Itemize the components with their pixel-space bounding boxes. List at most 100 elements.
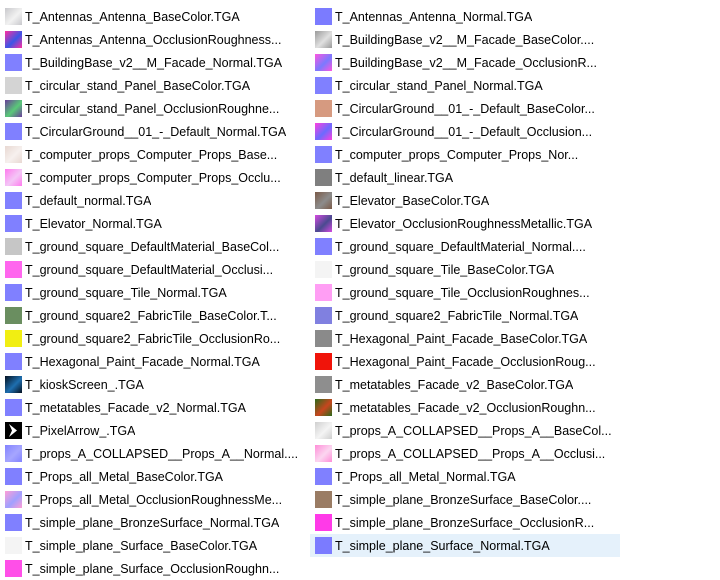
file-item[interactable]: T_Hexagonal_Paint_Facade_Normal.TGA (0, 350, 305, 373)
file-item[interactable]: T_Hexagonal_Paint_Facade_BaseColor.TGA (310, 327, 620, 350)
file-name: T_Elevator_BaseColor.TGA (335, 193, 490, 208)
thumbnail-icon (315, 468, 332, 485)
file-item[interactable]: T_ground_square_DefaultMaterial_Normal..… (310, 235, 620, 258)
file-item[interactable]: T_ground_square2_FabricTile_BaseColor.T.… (0, 304, 305, 327)
file-name: T_PixelArrow_.TGA (25, 423, 136, 438)
thumbnail-icon (5, 284, 22, 301)
file-item[interactable]: T_Hexagonal_Paint_Facade_OcclusionRoug..… (310, 350, 620, 373)
thumbnail-icon (5, 123, 22, 140)
thumbnail-icon (5, 54, 22, 71)
file-name: T_BuildingBase_v2__M_Facade_BaseColor...… (335, 32, 595, 47)
file-item[interactable]: T_computer_props_Computer_Props_Nor... (310, 143, 620, 166)
thumbnail-icon (5, 353, 22, 370)
file-name: T_ground_square_Tile_OcclusionRoughnes..… (335, 285, 590, 300)
file-item[interactable]: T_ground_square_Tile_OcclusionRoughnes..… (310, 281, 620, 304)
file-name: T_metatables_Facade_v2_Normal.TGA (25, 400, 246, 415)
file-item[interactable]: T_metatables_Facade_v2_OcclusionRoughn..… (310, 396, 620, 419)
file-item[interactable]: T_Elevator_OcclusionRoughnessMetallic.TG… (310, 212, 620, 235)
thumbnail-icon (315, 261, 332, 278)
file-item[interactable]: T_Props_all_Metal_BaseColor.TGA (0, 465, 305, 488)
thumbnail-icon (5, 376, 22, 393)
file-item[interactable]: T_BuildingBase_v2__M_Facade_OcclusionR..… (310, 51, 620, 74)
thumbnail-icon (5, 8, 22, 25)
file-item[interactable]: T_simple_plane_Surface_BaseColor.TGA (0, 534, 305, 557)
thumbnail-icon (315, 100, 332, 117)
file-item[interactable]: T_default_normal.TGA (0, 189, 305, 212)
file-item[interactable]: T_ground_square2_FabricTile_Normal.TGA (310, 304, 620, 327)
file-name: T_kioskScreen_.TGA (25, 377, 144, 392)
file-item[interactable]: T_PixelArrow_.TGA (0, 419, 305, 442)
file-item[interactable]: T_computer_props_Computer_Props_Occlu... (0, 166, 305, 189)
file-item[interactable]: T_metatables_Facade_v2_BaseColor.TGA (310, 373, 620, 396)
file-item[interactable]: T_simple_plane_Surface_OcclusionRoughn..… (0, 557, 305, 580)
file-list: T_Antennas_Antenna_BaseColor.TGA T_Antenn… (0, 0, 720, 579)
thumbnail-icon (5, 215, 22, 232)
file-item[interactable]: T_props_A_COLLAPSED__Props_A__Normal.... (0, 442, 305, 465)
file-item[interactable]: T_ground_square_Tile_BaseColor.TGA (310, 258, 620, 281)
thumbnail-icon (315, 123, 332, 140)
thumbnail-icon (315, 31, 332, 48)
file-item[interactable]: T_CircularGround__01_-_Default_Normal.TG… (0, 120, 305, 143)
file-item[interactable]: T_circular_stand_Panel_OcclusionRoughne.… (0, 97, 305, 120)
thumbnail-icon (315, 422, 332, 439)
file-item[interactable]: T_circular_stand_Panel_Normal.TGA (310, 74, 620, 97)
file-name: T_Hexagonal_Paint_Facade_BaseColor.TGA (335, 331, 588, 346)
file-item[interactable]: T_Antennas_Antenna_BaseColor.TGA (0, 5, 305, 28)
file-item[interactable]: T_Props_all_Metal_OcclusionRoughnessMe..… (0, 488, 305, 511)
file-name: T_Antennas_Antenna_OcclusionRoughness... (25, 32, 282, 47)
file-name: T_Props_all_Metal_Normal.TGA (335, 469, 516, 484)
thumbnail-icon (315, 169, 332, 186)
thumbnail-icon (5, 169, 22, 186)
file-item[interactable]: T_Antennas_Antenna_OcclusionRoughness... (0, 28, 305, 51)
file-item[interactable]: T_ground_square2_FabricTile_OcclusionRo.… (0, 327, 305, 350)
file-name: T_default_linear.TGA (335, 170, 454, 185)
file-item[interactable]: T_metatables_Facade_v2_Normal.TGA (0, 396, 305, 419)
thumbnail-icon (315, 54, 332, 71)
file-name: T_ground_square2_FabricTile_OcclusionRo.… (25, 331, 281, 346)
thumbnail-icon (5, 146, 22, 163)
file-name: T_ground_square2_FabricTile_BaseColor.T.… (25, 308, 277, 323)
file-item[interactable]: T_CircularGround__01_-_Default_BaseColor… (310, 97, 620, 120)
thumbnail-icon (5, 445, 22, 462)
file-item[interactable]: T_ground_square_DefaultMaterial_BaseCol.… (0, 235, 305, 258)
file-item[interactable]: T_simple_plane_BronzeSurface_BaseColor..… (310, 488, 620, 511)
file-item[interactable]: T_props_A_COLLAPSED__Props_A__BaseCol... (310, 419, 620, 442)
file-item[interactable]: T_simple_plane_Surface_Normal.TGA (310, 534, 620, 557)
file-item[interactable]: T_simple_plane_BronzeSurface_OcclusionR.… (310, 511, 620, 534)
file-item[interactable]: T_circular_stand_Panel_BaseColor.TGA (0, 74, 305, 97)
thumbnail-icon (315, 215, 332, 232)
file-name: T_CircularGround__01_-_Default_Normal.TG… (25, 124, 287, 139)
file-item[interactable]: T_props_A_COLLAPSED__Props_A__Occlusi... (310, 442, 620, 465)
thumbnail-icon (315, 238, 332, 255)
file-name: T_Hexagonal_Paint_Facade_Normal.TGA (25, 354, 260, 369)
file-item[interactable]: T_kioskScreen_.TGA (0, 373, 305, 396)
file-item[interactable]: T_default_linear.TGA (310, 166, 620, 189)
file-name: T_simple_plane_BronzeSurface_BaseColor..… (335, 492, 592, 507)
thumbnail-icon (315, 330, 332, 347)
file-item[interactable]: T_simple_plane_BronzeSurface_Normal.TGA (0, 511, 305, 534)
file-item[interactable]: T_ground_square_Tile_Normal.TGA (0, 281, 305, 304)
file-item[interactable]: T_ground_square_DefaultMaterial_Occlusi.… (0, 258, 305, 281)
file-name: T_computer_props_Computer_Props_Occlu... (25, 170, 281, 185)
thumbnail-icon (5, 77, 22, 94)
file-item[interactable]: T_BuildingBase_v2__M_Facade_BaseColor...… (310, 28, 620, 51)
thumbnail-icon (315, 307, 332, 324)
file-item[interactable]: T_computer_props_Computer_Props_Base... (0, 143, 305, 166)
thumbnail-icon (5, 514, 22, 531)
file-item[interactable]: T_Elevator_Normal.TGA (0, 212, 305, 235)
file-name: T_BuildingBase_v2__M_Facade_OcclusionR..… (335, 55, 597, 70)
file-item[interactable]: T_CircularGround__01_-_Default_Occlusion… (310, 120, 620, 143)
file-name: T_metatables_Facade_v2_BaseColor.TGA (335, 377, 574, 392)
file-item[interactable]: T_BuildingBase_v2__M_Facade_Normal.TGA (0, 51, 305, 74)
file-item[interactable]: T_Props_all_Metal_Normal.TGA (310, 465, 620, 488)
thumbnail-icon (315, 8, 332, 25)
file-name: T_CircularGround__01_-_Default_Occlusion… (335, 124, 593, 139)
file-item[interactable]: T_Elevator_BaseColor.TGA (310, 189, 620, 212)
thumbnail-icon (315, 192, 332, 209)
file-name: T_props_A_COLLAPSED__Props_A__Normal.... (25, 446, 299, 461)
file-name: T_Antennas_Antenna_Normal.TGA (335, 9, 533, 24)
thumbnail-icon (5, 238, 22, 255)
thumbnail-icon (5, 468, 22, 485)
file-name: T_simple_plane_Surface_Normal.TGA (335, 538, 550, 553)
file-item[interactable]: T_Antennas_Antenna_Normal.TGA (310, 5, 620, 28)
